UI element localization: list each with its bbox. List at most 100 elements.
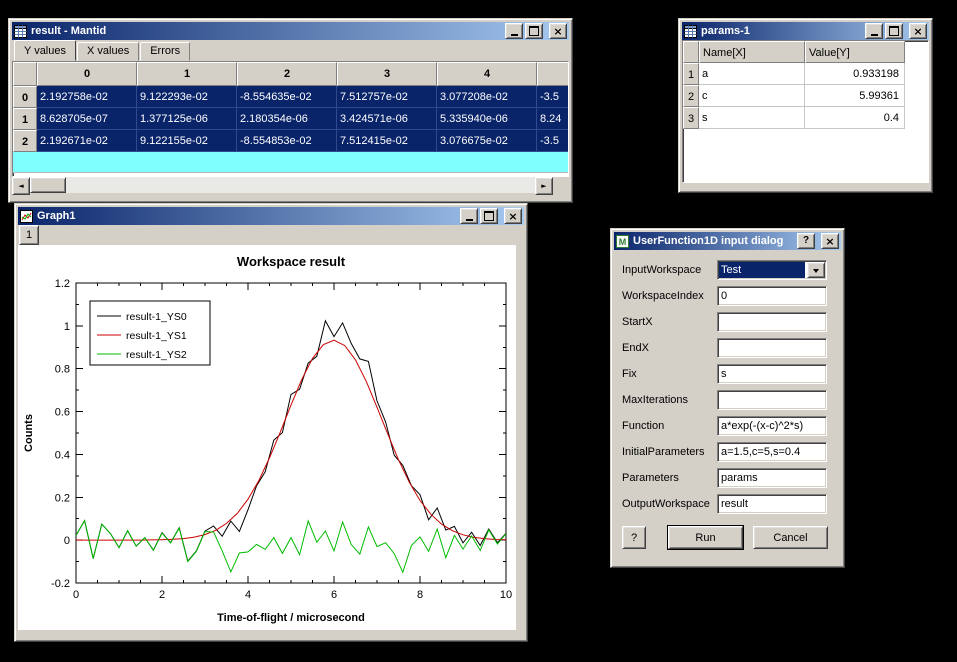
scroll-right-button[interactable]: ►: [535, 177, 553, 195]
scrollbar-track[interactable]: [30, 177, 535, 193]
result-tabbar: Y valuesX valuesErrors: [12, 40, 569, 61]
params-window: params-1 × Name[X]Value[Y] 1a0.933198 2c5.…: [678, 18, 933, 193]
column-header[interactable]: 1: [137, 62, 237, 86]
plot-canvas[interactable]: Workspace result0246810-0.200.20.40.60.8…: [18, 245, 516, 630]
table-cell[interactable]: 9.122293e-02: [137, 86, 237, 108]
corner-cell[interactable]: [683, 41, 699, 63]
legend-label: result-1_YS1: [126, 330, 187, 342]
function-input[interactable]: [717, 416, 827, 436]
field-row-inputworkspace: InputWorkspaceTest: [622, 260, 833, 280]
y-tick-label: 0.8: [55, 364, 70, 376]
horizontal-scrollbar[interactable]: ◄ ►: [12, 177, 569, 193]
maximize-icon: [529, 26, 539, 36]
row-header[interactable]: 1: [683, 63, 699, 85]
table-cell[interactable]: 2.180354e-06: [237, 108, 337, 130]
close-icon: ×: [913, 26, 922, 37]
minimize-button[interactable]: [505, 23, 523, 39]
field-label-maxiterations: MaxIterations: [622, 394, 717, 406]
minimize-button[interactable]: [460, 208, 478, 224]
maximize-button[interactable]: [885, 23, 903, 39]
maxiterations-input[interactable]: [717, 390, 827, 410]
run-button[interactable]: Run: [668, 526, 743, 549]
table-cell[interactable]: 3.076675e-02: [437, 130, 537, 152]
row-header[interactable]: 3: [683, 107, 699, 129]
outputworkspace-input[interactable]: [717, 494, 827, 514]
table-cell[interactable]: 7.512757e-02: [337, 86, 437, 108]
table-cell[interactable]: -3.5: [537, 86, 569, 108]
maximize-button[interactable]: [525, 23, 543, 39]
maximize-button[interactable]: [480, 208, 498, 224]
column-header[interactable]: 0: [37, 62, 137, 86]
param-value-cell[interactable]: 0.4: [805, 107, 905, 129]
row-header[interactable]: 1: [13, 108, 37, 130]
current-row-highlight[interactable]: [13, 152, 569, 173]
tab-x-values[interactable]: X values: [77, 42, 139, 61]
startx-input[interactable]: [717, 312, 827, 332]
tab-y-values[interactable]: Y values: [14, 40, 76, 61]
close-button[interactable]: ×: [504, 208, 522, 224]
table-cell[interactable]: 8.24: [537, 108, 569, 130]
param-value-cell[interactable]: 5.99361: [805, 85, 905, 107]
fix-input[interactable]: [717, 364, 827, 384]
column-header[interactable]: 5: [537, 62, 569, 86]
resize-grip[interactable]: [553, 177, 569, 193]
column-header[interactable]: Value[Y]: [805, 41, 905, 63]
table-cell[interactable]: 8.628705e-07: [37, 108, 137, 130]
scroll-left-button[interactable]: ◄: [12, 177, 30, 195]
table-cell[interactable]: 7.512415e-02: [337, 130, 437, 152]
x-tick-label: 4: [245, 589, 251, 601]
scroll-right-icon: ►: [541, 182, 546, 190]
tab-errors[interactable]: Errors: [140, 42, 190, 61]
field-label-outputworkspace: OutputWorkspace: [622, 498, 717, 510]
initialparameters-input[interactable]: [717, 442, 827, 462]
table-grid-icon: [14, 25, 27, 38]
inputworkspace-combo[interactable]: Test: [717, 260, 827, 280]
column-header[interactable]: Name[X]: [699, 41, 805, 63]
close-button[interactable]: ×: [821, 233, 839, 249]
titlebar-help-button[interactable]: ?: [797, 233, 815, 249]
cancel-button[interactable]: Cancel: [753, 526, 828, 549]
table-cell[interactable]: -3.5: [537, 130, 569, 152]
field-row-fix: Fix: [622, 364, 833, 384]
param-name-cell[interactable]: s: [699, 107, 805, 129]
workspaceindex-input[interactable]: [717, 286, 827, 306]
dialog-fields: InputWorkspaceTestWorkspaceIndexStartXEn…: [614, 250, 841, 514]
close-button[interactable]: ×: [909, 23, 927, 39]
row-header[interactable]: 0: [13, 86, 37, 108]
table-cell[interactable]: 3.424571e-06: [337, 108, 437, 130]
result-titlebar[interactable]: result - Mantid ×: [12, 22, 569, 40]
table-cell[interactable]: 9.122155e-02: [137, 130, 237, 152]
table-cell[interactable]: 2.192671e-02: [37, 130, 137, 152]
graph-titlebar[interactable]: Graph1 ×: [18, 207, 524, 225]
param-name-cell[interactable]: a: [699, 63, 805, 85]
column-header[interactable]: 2: [237, 62, 337, 86]
table-cell[interactable]: 3.077208e-02: [437, 86, 537, 108]
table-cell[interactable]: 5.335940e-06: [437, 108, 537, 130]
help-button[interactable]: ?: [622, 526, 646, 549]
minimize-icon: [511, 34, 518, 36]
param-value-cell[interactable]: 0.933198: [805, 63, 905, 85]
close-button[interactable]: ×: [549, 23, 567, 39]
y-tick-label: 0: [64, 535, 70, 547]
parameters-input[interactable]: [717, 468, 827, 488]
row-header[interactable]: 2: [683, 85, 699, 107]
layer-tab-1[interactable]: 1: [19, 225, 39, 245]
minimize-button[interactable]: [865, 23, 883, 39]
dialog-titlebar[interactable]: M UserFunction1D input dialog ? ×: [614, 232, 841, 250]
endx-input[interactable]: [717, 338, 827, 358]
combo-dropdown-button[interactable]: [807, 262, 825, 278]
column-header[interactable]: 3: [337, 62, 437, 86]
field-row-workspaceindex: WorkspaceIndex: [622, 286, 833, 306]
table-cell[interactable]: 2.192758e-02: [37, 86, 137, 108]
table-cell[interactable]: -8.554635e-02: [237, 86, 337, 108]
scrollbar-thumb[interactable]: [30, 177, 66, 193]
table-cell[interactable]: 1.377125e-06: [137, 108, 237, 130]
dialog-buttons: ? Run Cancel: [614, 520, 841, 549]
params-titlebar[interactable]: params-1 ×: [682, 22, 929, 40]
table-cell[interactable]: -8.554853e-02: [237, 130, 337, 152]
param-name-cell[interactable]: c: [699, 85, 805, 107]
corner-cell[interactable]: [13, 62, 37, 86]
y-tick-label: 1.2: [55, 278, 70, 290]
column-header[interactable]: 4: [437, 62, 537, 86]
row-header[interactable]: 2: [13, 130, 37, 152]
